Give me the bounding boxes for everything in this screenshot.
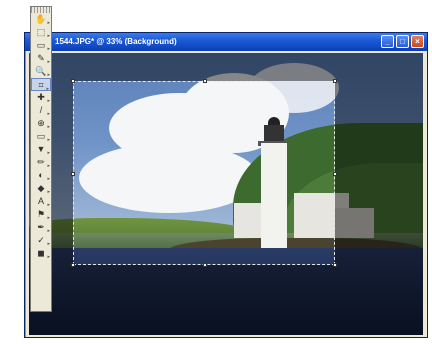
hand-icon: ✋ <box>35 14 47 24</box>
brush-tool-button[interactable]: / ▸ <box>31 104 51 117</box>
crop-handle[interactable] <box>333 79 337 83</box>
crop-handle[interactable] <box>71 79 75 83</box>
zoom-tool-button[interactable]: 🔍 ▸ <box>31 65 51 78</box>
window-controls: _ □ × <box>381 35 424 48</box>
minimize-button[interactable]: _ <box>381 35 394 48</box>
crop-shade <box>335 81 423 265</box>
zoom-icon: 🔍 <box>35 66 47 76</box>
pen-tool-button[interactable]: ✒ ▸ <box>31 221 51 234</box>
marquee-icon: ▭ <box>36 40 46 50</box>
eraser-icon: ▭ <box>36 131 46 141</box>
title-bar[interactable]: 1544.JPG* @ 33% (Background) _ □ × <box>25 33 427 51</box>
crop-handle[interactable] <box>71 172 75 176</box>
clone-tool-button[interactable]: ⊕ ▸ <box>31 117 51 130</box>
hand-tool-button[interactable]: ✋ ▸ <box>31 13 51 26</box>
crop-shade <box>29 265 423 335</box>
red-eye-icon: ✚ <box>37 92 45 102</box>
move-icon: ⬚ <box>36 27 46 37</box>
crop-shade <box>29 53 423 81</box>
image-canvas[interactable] <box>29 53 423 335</box>
fill-tool-button[interactable]: ▼ ▸ <box>31 143 51 156</box>
crop-handle[interactable] <box>203 79 207 83</box>
marquee-tool-button[interactable]: ▭ ▸ <box>31 39 51 52</box>
close-button[interactable]: × <box>411 35 424 48</box>
shape-tool-button[interactable]: ◆ ▸ <box>31 182 51 195</box>
color-tool-button[interactable]: ◼ ▸ <box>31 247 51 260</box>
picker-tool-button[interactable]: ✓ ▸ <box>31 234 51 247</box>
picker-icon: ✓ <box>37 235 45 245</box>
shape-icon: ◆ <box>37 183 45 193</box>
text-icon: A <box>37 196 44 206</box>
document-window: 1544.JPG* @ 33% (Background) _ □ × <box>24 32 428 338</box>
gradient-icon: ◐ <box>38 170 44 180</box>
maximize-button[interactable]: □ <box>396 35 409 48</box>
fill-icon: ▼ <box>36 144 46 154</box>
color-icon: ◼ <box>37 248 45 258</box>
toolbox: ✋ ▸ ⬚ ▸ ▭ ▸ ✎ ▸ 🔍 ▸ ⌗ ▸ ✚ ▸ / ▸ ⊕ ▸ ▭ ▸ ▼ ▸ ✏ ▸ ◐ ▸ ◆ ▸ A ▸ ⚑ ▸ ✒ ▸ ✓ ▸ ◼ ▸ <box>30 6 52 312</box>
crop-handle[interactable] <box>71 263 75 267</box>
magic-wand-tool-button[interactable]: ✎ ▸ <box>31 52 51 65</box>
text-tool-button[interactable]: A ▸ <box>31 195 51 208</box>
gradient-tool-button[interactable]: ◐ ▸ <box>31 169 51 182</box>
crop-tool-button[interactable]: ⌗ ▸ <box>31 78 51 92</box>
tool-list: ✋ ▸ ⬚ ▸ ▭ ▸ ✎ ▸ 🔍 ▸ ⌗ ▸ ✚ ▸ / ▸ ⊕ ▸ ▭ ▸ ▼ ▸ ✏ ▸ ◐ ▸ ◆ ▸ A ▸ ⚑ ▸ ✒ ▸ ✓ ▸ ◼ ▸ <box>31 13 51 260</box>
crop-handle[interactable] <box>333 263 337 267</box>
magic-wand-icon: ✎ <box>37 53 45 63</box>
flyout-arrow-icon: ▸ <box>47 254 50 260</box>
move-tool-button[interactable]: ⬚ ▸ <box>31 26 51 39</box>
clone-icon: ⊕ <box>37 118 45 128</box>
window-title: 1544.JPG* @ 33% (Background) <box>55 37 177 46</box>
pencil-icon: ✏ <box>37 157 45 167</box>
pen-icon: ✒ <box>37 222 45 232</box>
crop-handle[interactable] <box>333 172 337 176</box>
crop-selection[interactable] <box>71 79 337 267</box>
eraser-tool-button[interactable]: ▭ ▸ <box>31 130 51 143</box>
dodge-tool-button[interactable]: ⚑ ▸ <box>31 208 51 221</box>
pencil-tool-button[interactable]: ✏ ▸ <box>31 156 51 169</box>
dodge-icon: ⚑ <box>36 209 46 219</box>
crop-handle[interactable] <box>203 263 207 267</box>
red-eye-tool-button[interactable]: ✚ ▸ <box>31 91 51 104</box>
crop-icon: ⌗ <box>38 80 44 90</box>
brush-icon: / <box>39 105 43 115</box>
